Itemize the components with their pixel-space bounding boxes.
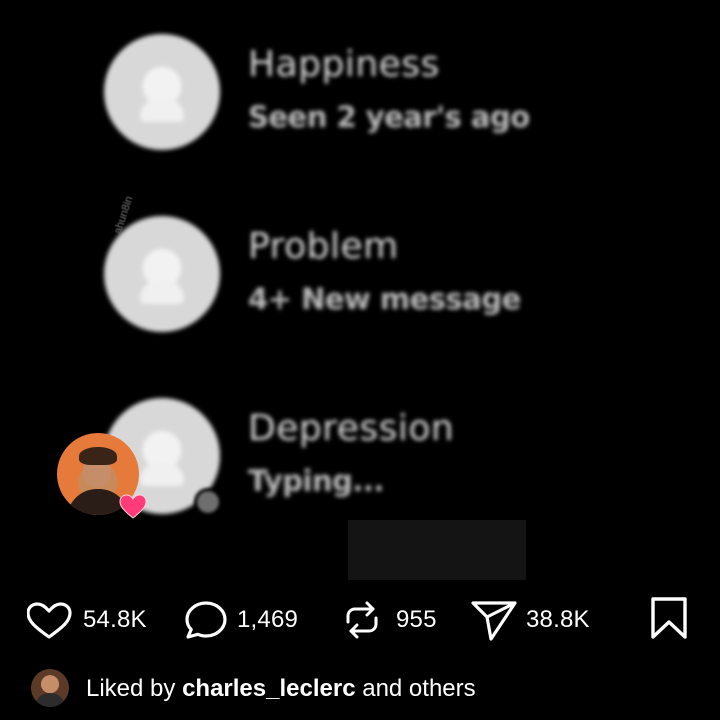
repost-count: 955 <box>396 606 437 633</box>
chat-item: Happiness Seen 2 year's ago <box>0 20 720 160</box>
repost-icon <box>346 601 378 639</box>
liked-by-text[interactable]: Liked by charles_leclerc and others <box>86 675 476 703</box>
share-icon <box>471 601 517 641</box>
share-action[interactable]: 38.8K <box>470 601 590 641</box>
chat-avatar <box>104 34 220 150</box>
chat-name: Happiness <box>248 44 440 85</box>
repost-action[interactable]: 955 <box>340 601 437 639</box>
online-status-dot <box>194 488 222 516</box>
liked-by-avatar[interactable] <box>31 669 69 707</box>
action-bar: 54.8K 1,469 955 38.8K <box>0 580 720 660</box>
chat-status: Seen 2 year's ago <box>248 100 530 134</box>
chat-name: Problem <box>248 226 399 267</box>
chat-item: Problem 4+ New message <box>0 202 720 342</box>
comment-count: 1,469 <box>237 606 299 633</box>
liked-by-suffix: and others <box>362 675 476 702</box>
chat-name: Depression <box>248 408 455 449</box>
comment-icon <box>185 601 227 639</box>
chat-status: Typing... <box>248 464 384 498</box>
share-count: 38.8K <box>526 606 590 633</box>
heart-badge-icon <box>119 494 147 519</box>
post-image[interactable]: Happiness Seen 2 year's ago Problem 4+ N… <box>0 0 720 580</box>
chat-status: 4+ New message <box>248 282 521 316</box>
avatar-hair <box>79 447 117 465</box>
like-count: 54.8K <box>83 606 147 633</box>
liked-by-username[interactable]: charles_leclerc <box>182 675 355 702</box>
bookmark-icon[interactable] <box>650 596 688 640</box>
liked-by-prefix: Liked by <box>86 675 176 702</box>
avatar-shoulders <box>35 693 65 707</box>
like-action[interactable]: 54.8K <box>27 602 147 639</box>
comment-action[interactable]: 1,469 <box>183 601 299 639</box>
caption-overlay-block <box>348 520 526 580</box>
heart-icon <box>27 602 72 639</box>
